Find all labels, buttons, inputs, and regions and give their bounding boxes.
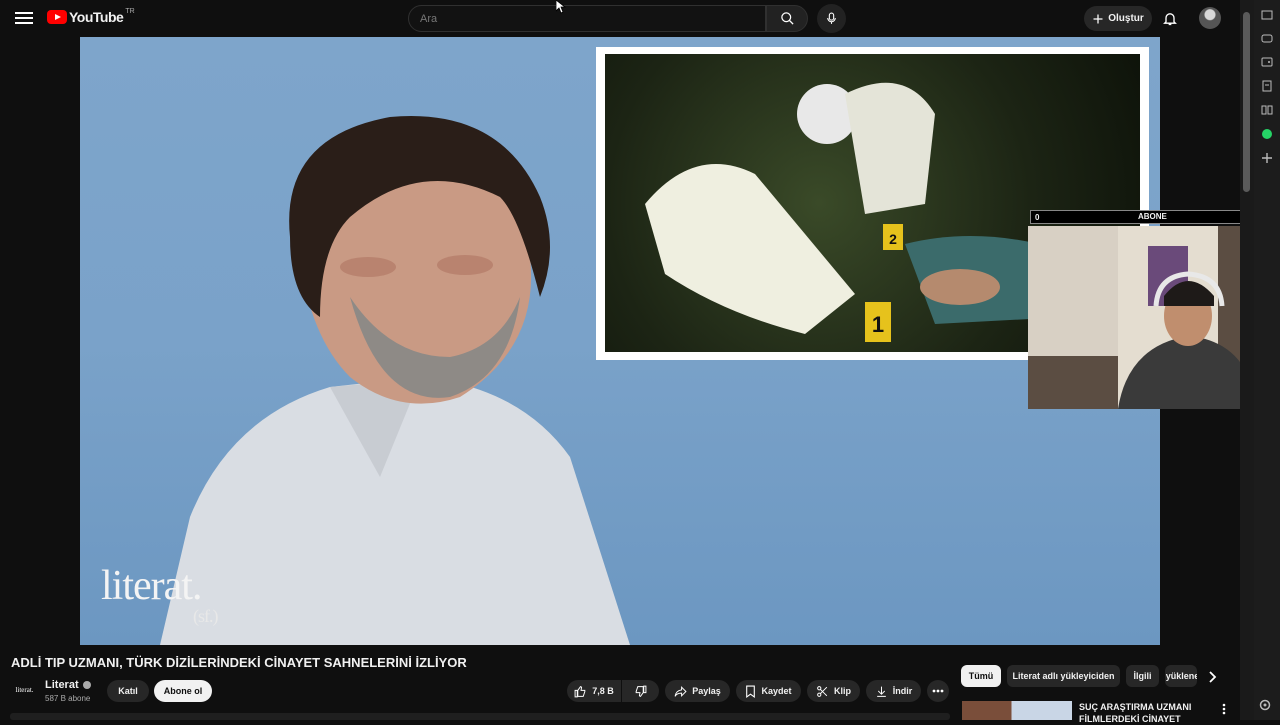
- more-actions-button[interactable]: [927, 680, 949, 702]
- search-box: [408, 5, 766, 32]
- page-scrollbar[interactable]: [1240, 0, 1254, 720]
- logo-text: YouTube: [69, 9, 124, 25]
- recommendation-title[interactable]: SUÇ ARAŞTIRMA UZMANI FİLMLERDEKİ CİNAYET: [1079, 701, 1199, 725]
- chip-recent[interactable]: Son yüklenenler: [1165, 665, 1197, 687]
- chip-all[interactable]: Tümü: [961, 665, 1001, 687]
- sidebar-settings-icon[interactable]: [1258, 698, 1272, 712]
- menu-icon[interactable]: [14, 9, 34, 29]
- sidebar-notes-icon[interactable]: [1260, 79, 1274, 93]
- chip-related[interactable]: İlgili: [1126, 665, 1159, 687]
- channel-watermark: literat. (sf.): [101, 563, 218, 625]
- like-button[interactable]: 7,8 B: [567, 680, 621, 702]
- plus-icon: [1093, 14, 1103, 23]
- browser-sidebar: [1254, 0, 1280, 720]
- like-count: 7,8 B: [592, 686, 614, 696]
- microphone-icon: [827, 12, 836, 24]
- save-button[interactable]: Kaydet: [736, 680, 801, 702]
- download-icon: [876, 686, 886, 697]
- sidebar-whatsapp-icon[interactable]: [1260, 127, 1274, 141]
- youtube-play-icon: [47, 10, 67, 24]
- more-horizontal-icon: [932, 689, 944, 693]
- sidebar-history-icon[interactable]: [1260, 8, 1274, 22]
- search-input[interactable]: [409, 6, 765, 31]
- sidebar-media-icon[interactable]: [1260, 31, 1274, 45]
- voice-search-button[interactable]: [817, 4, 846, 33]
- subscribe-button[interactable]: Abone ol: [154, 680, 212, 702]
- search-button[interactable]: [766, 5, 808, 32]
- goal-left-value: 0: [1035, 212, 1040, 222]
- channel-name-row[interactable]: Literat: [45, 679, 91, 691]
- join-button[interactable]: Katıl: [107, 680, 149, 702]
- chips-next-button[interactable]: [1203, 667, 1223, 687]
- download-button[interactable]: İndir: [866, 680, 921, 702]
- top-bar: YouTube TR Oluştur: [0, 0, 1240, 37]
- mouse-cursor-icon: [556, 0, 566, 14]
- thumbs-down-icon: [635, 685, 647, 697]
- save-label: Kaydet: [761, 686, 792, 696]
- share-label: Paylaş: [692, 686, 721, 696]
- subscriber-count: 587 B abone: [45, 694, 91, 703]
- description-box-edge[interactable]: [10, 713, 950, 720]
- download-label: İndir: [892, 686, 913, 696]
- channel-name[interactable]: Literat: [45, 679, 79, 691]
- chip-from-uploader[interactable]: Literat adlı yükleyiciden: [1007, 665, 1120, 687]
- evidence-marker-1: 1: [872, 312, 884, 337]
- evidence-marker-2: 2: [889, 231, 897, 247]
- scissors-icon: [817, 685, 828, 697]
- recommendation-menu-button[interactable]: [1218, 702, 1230, 716]
- watermark-sub: (sf.): [193, 606, 218, 626]
- clip-button[interactable]: Klip: [807, 680, 860, 702]
- sidebar-reader-icon[interactable]: [1260, 103, 1274, 117]
- search-icon: [780, 12, 794, 25]
- youtube-logo[interactable]: YouTube TR: [47, 7, 135, 25]
- country-code: TR: [125, 7, 135, 15]
- video-title: ADLİ TIP UZMANI, TÜRK DİZİLERİNDEKİ CİNA…: [11, 655, 467, 670]
- dislike-button[interactable]: [622, 680, 659, 702]
- more-vertical-icon: [1222, 703, 1226, 715]
- thumbs-up-icon: [574, 685, 586, 697]
- account-avatar[interactable]: [1199, 7, 1221, 29]
- bell-icon: [1163, 12, 1177, 25]
- bookmark-icon: [746, 685, 756, 698]
- goal-label: ABONE: [1138, 212, 1167, 221]
- channel-avatar[interactable]: literat.: [12, 681, 37, 699]
- verified-badge-icon: [82, 681, 91, 689]
- recommendation-thumbnail[interactable]: [962, 701, 1072, 720]
- create-button[interactable]: Oluştur: [1084, 6, 1152, 31]
- chevron-right-icon: [1209, 671, 1217, 683]
- share-button[interactable]: Paylaş: [665, 680, 730, 702]
- clip-label: Klip: [834, 686, 851, 696]
- share-icon: [674, 685, 687, 697]
- create-label: Oluştur: [1108, 13, 1144, 24]
- scrollbar-thumb[interactable]: [1243, 12, 1250, 192]
- watermark-main: literat.: [101, 563, 202, 609]
- sidebar-wallet-icon[interactable]: [1260, 55, 1274, 69]
- notifications-button[interactable]: [1160, 8, 1180, 28]
- sidebar-add-icon[interactable]: [1260, 151, 1274, 165]
